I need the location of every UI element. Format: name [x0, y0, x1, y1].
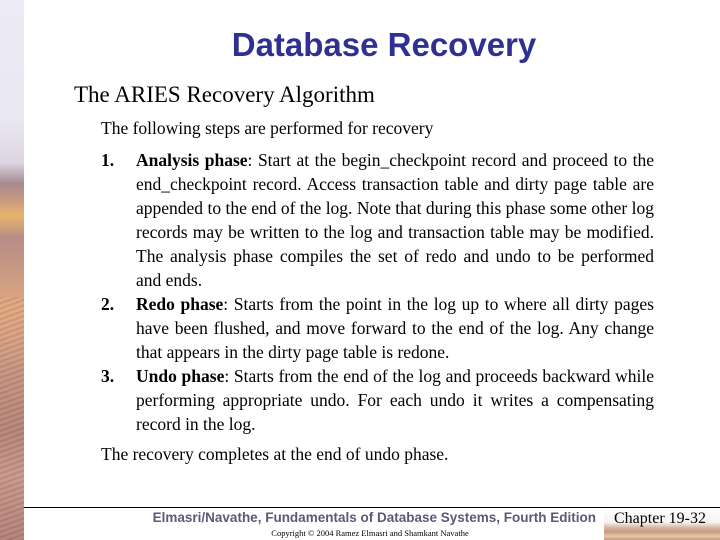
- step-name: Analysis phase: [136, 150, 248, 170]
- chapter-badge: Chapter 19-32: [604, 508, 720, 540]
- footer-credit: Elmasri/Navathe, Fundamentals of Databas…: [152, 510, 596, 525]
- step-item-analysis: 1. Analysis phase: Start at the begin_ch…: [101, 148, 654, 292]
- slide-subtitle: The ARIES Recovery Algorithm: [74, 82, 375, 107]
- step-item-redo: 2. Redo phase: Starts from the point in …: [101, 292, 654, 364]
- step-name: Undo phase: [136, 366, 225, 386]
- step-name: Redo phase: [136, 294, 224, 314]
- intro-text: The following steps are performed for re…: [101, 118, 434, 138]
- closing-text: The recovery completes at the end of und…: [101, 444, 449, 464]
- chapter-label: Chapter 19-32: [614, 510, 706, 527]
- footer-copyright: Copyright © 2004 Ramez Elmasri and Shamk…: [271, 528, 469, 538]
- decorative-side-strip: [0, 0, 24, 540]
- step-number: 3.: [101, 366, 115, 386]
- steps-list: 1. Analysis phase: Start at the begin_ch…: [101, 148, 654, 436]
- step-text: : Start at the begin_checkpoint record a…: [136, 150, 654, 290]
- step-number: 1.: [101, 150, 115, 170]
- step-number: 2.: [101, 294, 115, 314]
- slide-title: Database Recovery: [231, 26, 537, 63]
- step-item-undo: 3. Undo phase: Starts from the end of th…: [101, 364, 654, 436]
